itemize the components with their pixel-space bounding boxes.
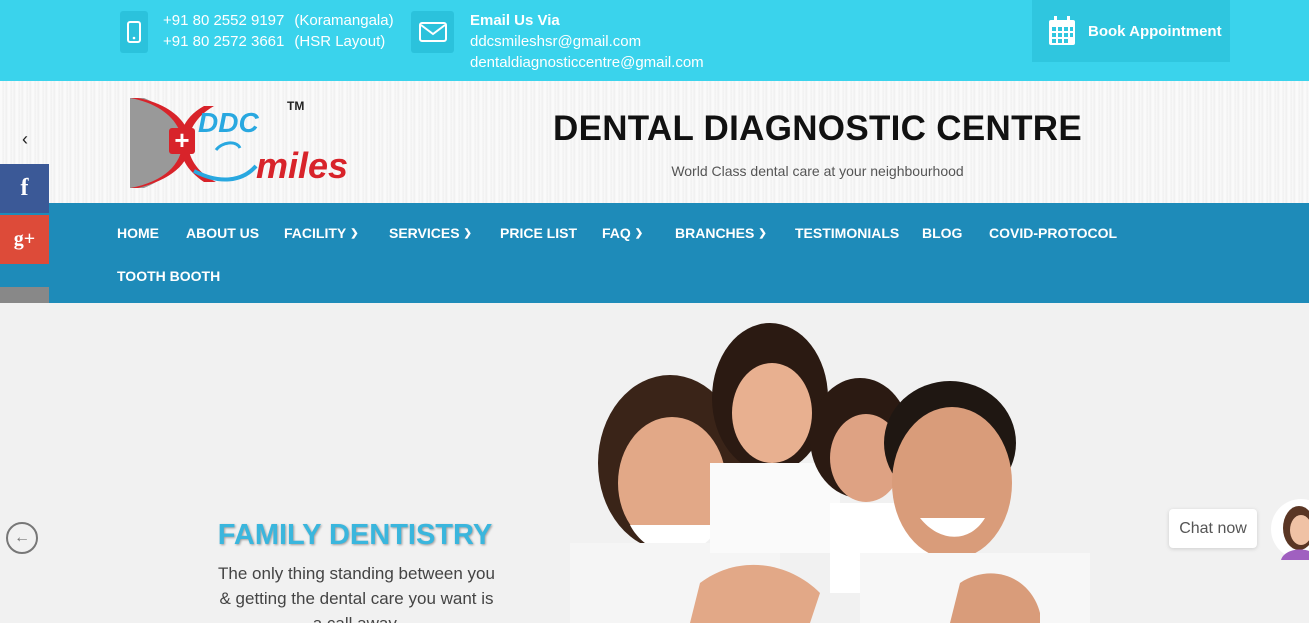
nav-item-tooth-booth[interactable]: TOOTH BOOTH xyxy=(117,268,220,284)
chat-agent-avatar[interactable] xyxy=(1271,498,1309,560)
svg-text:TM: TM xyxy=(287,99,304,113)
site-header: + DDC TM miles DENTAL DIAGNOSTIC CENTRE … xyxy=(0,81,1309,203)
family-photo xyxy=(570,323,1090,623)
nav-item-about-us[interactable]: ABOUT US xyxy=(186,225,259,241)
site-title: DENTAL DIAGNOSTIC CENTRE xyxy=(553,109,1082,148)
facebook-icon: f xyxy=(20,175,29,201)
nav-item-testimonials[interactable]: TESTIMONIALS xyxy=(795,225,899,241)
main-navigation: HOME ABOUT US FACILITY ❯ SERVICES ❯ PRICE … xyxy=(0,203,1309,303)
site-tagline: World Class dental care at your neighbou… xyxy=(671,163,964,179)
svg-text:DDC: DDC xyxy=(198,107,259,138)
googleplus-share-button[interactable]: g+ xyxy=(0,215,49,264)
more-share-button[interactable] xyxy=(0,287,49,303)
chevron-down-icon: ❯ xyxy=(463,227,472,239)
phone-line-2[interactable]: +91 80 2572 3661 (HSR Layout) xyxy=(163,31,394,52)
email-heading: Email Us Via xyxy=(470,12,560,29)
chat-now-button[interactable]: Chat now xyxy=(1169,509,1257,548)
svg-text:miles: miles xyxy=(256,145,348,186)
nav-item-home[interactable]: HOME xyxy=(117,225,159,241)
chevron-down-icon: ❯ xyxy=(634,227,644,239)
calendar-icon xyxy=(1049,16,1075,45)
googleplus-icon: g+ xyxy=(13,228,36,250)
nav-item-blog[interactable]: BLOG xyxy=(922,225,962,241)
envelope-icon xyxy=(411,11,454,53)
hero-title: FAMILY DENTISTRY xyxy=(217,519,493,551)
slider-prev-arrow-icon[interactable]: ← xyxy=(6,522,38,554)
chevron-down-icon: ❯ xyxy=(758,227,767,239)
hero-subtitle: The only thing standing between you & ge… xyxy=(218,564,495,623)
nav-item-branches[interactable]: BRANCHES ❯ xyxy=(675,225,767,241)
email-link-1[interactable]: ddcsmileshsr@gmail.com xyxy=(470,31,704,52)
phone-line-1[interactable]: +91 80 2552 9197 (Koramangala) xyxy=(163,10,394,31)
top-contact-bar: +91 80 2552 9197 (Koramangala) +91 80 257… xyxy=(0,0,1309,81)
facebook-share-button[interactable]: f xyxy=(0,164,49,213)
book-appointment-label: Book Appointment xyxy=(1088,22,1222,40)
nav-item-price-list[interactable]: PRICE LIST xyxy=(500,225,577,241)
nav-item-facility[interactable]: FACILITY ❯ xyxy=(284,225,359,241)
chevron-down-icon: ❯ xyxy=(350,227,359,239)
nav-item-services[interactable]: SERVICES ❯ xyxy=(389,225,472,241)
email-block: Email Us Via ddcsmileshsr@gmail.com dent… xyxy=(470,10,704,73)
nav-item-covid-protocol[interactable]: COVID-PROTOCOL xyxy=(989,225,1117,241)
phone-numbers: +91 80 2552 9197 (Koramangala) +91 80 257… xyxy=(163,10,394,52)
ddc-smiles-logo[interactable]: + DDC TM miles xyxy=(124,96,364,191)
book-appointment-button[interactable]: Book Appointment xyxy=(1032,0,1230,62)
nav-item-faq[interactable]: FAQ ❯ xyxy=(602,225,643,241)
email-link-2[interactable]: dentaldiagnosticcentre@gmail.com xyxy=(470,52,704,73)
phone-icon xyxy=(120,11,148,53)
svg-text:+: + xyxy=(174,125,189,155)
hero-slider: ← FAMILY DENTISTRY The only thing standi… xyxy=(0,303,1309,623)
collapse-sidebar-chevron-icon[interactable]: ‹ xyxy=(14,128,36,150)
